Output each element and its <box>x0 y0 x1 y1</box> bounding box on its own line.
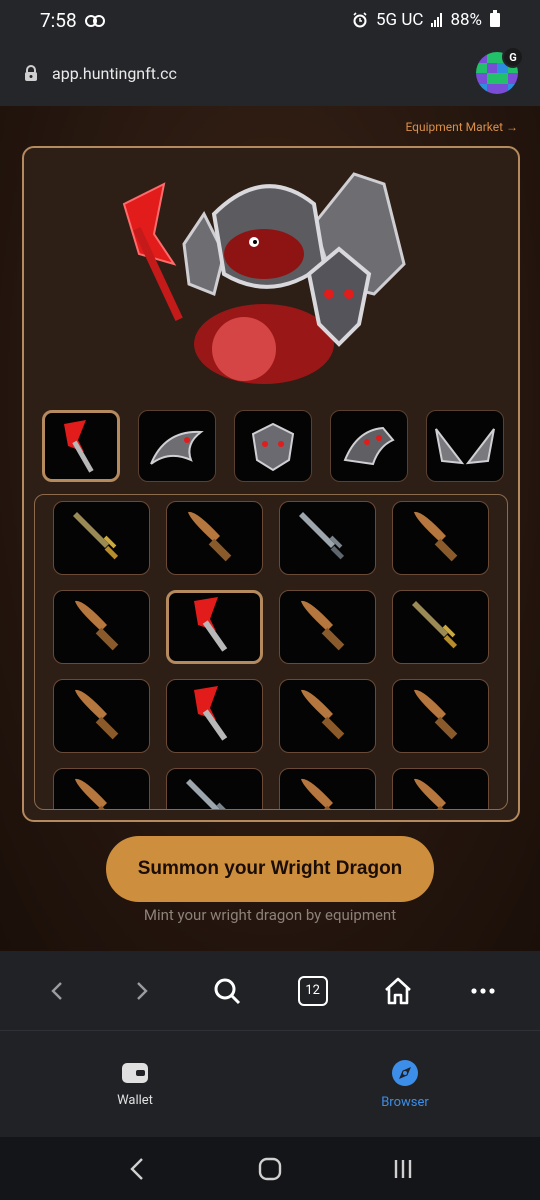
inventory-item[interactable] <box>279 501 376 575</box>
battery-percent: 88% <box>450 10 482 30</box>
inventory-item[interactable] <box>166 590 263 664</box>
inventory-item[interactable] <box>392 501 489 575</box>
status-time: 7:58 <box>40 8 77 32</box>
inventory-item[interactable] <box>392 768 489 809</box>
inventory-item[interactable] <box>166 501 263 575</box>
url-text[interactable]: app.huntingnft.cc <box>52 64 177 83</box>
tab-browser[interactable]: Browser <box>270 1031 540 1137</box>
voicemail-icon <box>84 15 105 27</box>
wooden-sword-icon <box>406 773 476 809</box>
inventory-grid <box>53 501 489 809</box>
gold-sword-icon <box>67 506 137 570</box>
wooden-sword-icon <box>67 773 137 809</box>
claw-armor-icon <box>343 426 395 466</box>
chevron-left-icon <box>50 981 62 1000</box>
status-bar: 7:58 5G UC 88% <box>0 0 540 40</box>
bottom-tab-bar: Wallet Browser <box>0 1031 540 1137</box>
inventory-item[interactable] <box>53 590 150 664</box>
back-chevron-icon <box>129 1157 143 1180</box>
forward-button[interactable] <box>122 971 162 1011</box>
equipment-market-link[interactable]: Equipment Market → <box>405 120 518 134</box>
inventory-item[interactable] <box>279 679 376 753</box>
slot-chest[interactable] <box>234 410 312 482</box>
mint-subtitle: Mint your wright dragon by equipment <box>143 906 397 924</box>
web-page: Equipment Market → Summon your Wright Dr… <box>0 106 540 951</box>
address-bar[interactable]: app.huntingnft.cc G <box>0 40 540 106</box>
equipment-inventory[interactable] <box>34 494 508 810</box>
system-recents-button[interactable] <box>383 1149 423 1189</box>
equipment-panel <box>22 146 520 822</box>
steel-sword-icon <box>180 773 250 809</box>
back-button[interactable] <box>37 971 77 1011</box>
wooden-sword-icon <box>293 773 363 809</box>
chevron-right-icon <box>137 981 148 1000</box>
wooden-sword-icon <box>67 684 137 748</box>
wooden-sword-icon <box>67 595 137 659</box>
wooden-sword-icon <box>406 684 476 748</box>
tab-wallet-label: Wallet <box>117 1092 153 1108</box>
inventory-item[interactable] <box>392 679 489 753</box>
network-label: 5G UC <box>375 10 424 30</box>
search-icon <box>214 978 241 1004</box>
signal-icon <box>431 13 443 27</box>
home-icon <box>385 977 411 1004</box>
inventory-item[interactable] <box>392 590 489 664</box>
wooden-sword-icon <box>406 506 476 570</box>
wooden-sword-icon <box>293 684 363 748</box>
compass-icon <box>392 1059 418 1086</box>
system-back-button[interactable] <box>117 1149 157 1189</box>
red-axe-icon <box>180 682 250 750</box>
wooden-sword-icon <box>180 506 250 570</box>
wooden-sword-icon <box>293 595 363 659</box>
search-button[interactable] <box>207 971 247 1011</box>
steel-sword-icon <box>293 506 363 570</box>
account-avatar[interactable]: G <box>476 46 524 94</box>
inventory-item[interactable] <box>166 679 263 753</box>
more-button[interactable] <box>463 971 503 1011</box>
inventory-item[interactable] <box>166 768 263 809</box>
dragon-illustration <box>122 172 406 384</box>
slot-wings[interactable] <box>426 410 504 482</box>
system-home-button[interactable] <box>250 1149 290 1189</box>
inventory-item[interactable] <box>279 590 376 664</box>
tab-browser-label: Browser <box>381 1094 429 1110</box>
tab-count-icon: 12 <box>297 975 328 1006</box>
inventory-item[interactable] <box>53 768 150 809</box>
slot-weapon[interactable] <box>42 410 120 482</box>
recents-icon <box>395 1159 412 1178</box>
lock-icon <box>22 64 40 82</box>
equipped-slots <box>42 410 504 482</box>
wings-icon <box>435 428 495 465</box>
tab-wallet[interactable]: Wallet <box>0 1031 270 1137</box>
red-axe-icon <box>180 593 250 661</box>
summon-dragon-button[interactable]: Summon your Wright Dragon <box>106 836 434 902</box>
slot-claws[interactable] <box>330 410 408 482</box>
inventory-item[interactable] <box>53 501 150 575</box>
red-axe-icon <box>64 420 94 473</box>
avatar-badge: G <box>502 46 524 68</box>
chest-armor-icon <box>251 422 295 472</box>
tabs-button[interactable]: 12 <box>293 971 333 1011</box>
alarm-icon <box>353 12 367 28</box>
slot-tail[interactable] <box>138 410 216 482</box>
battery-icon <box>490 10 500 27</box>
tail-armor-icon <box>150 430 204 465</box>
system-navigation-bar <box>0 1137 540 1200</box>
inventory-item[interactable] <box>53 679 150 753</box>
home-button[interactable] <box>378 971 418 1011</box>
browser-toolbar: 12 <box>0 951 540 1031</box>
inventory-item[interactable] <box>279 768 376 809</box>
home-circle-icon <box>258 1157 282 1180</box>
wallet-icon <box>122 1062 148 1083</box>
more-icon <box>471 987 495 994</box>
gold-sword-icon <box>406 595 476 659</box>
